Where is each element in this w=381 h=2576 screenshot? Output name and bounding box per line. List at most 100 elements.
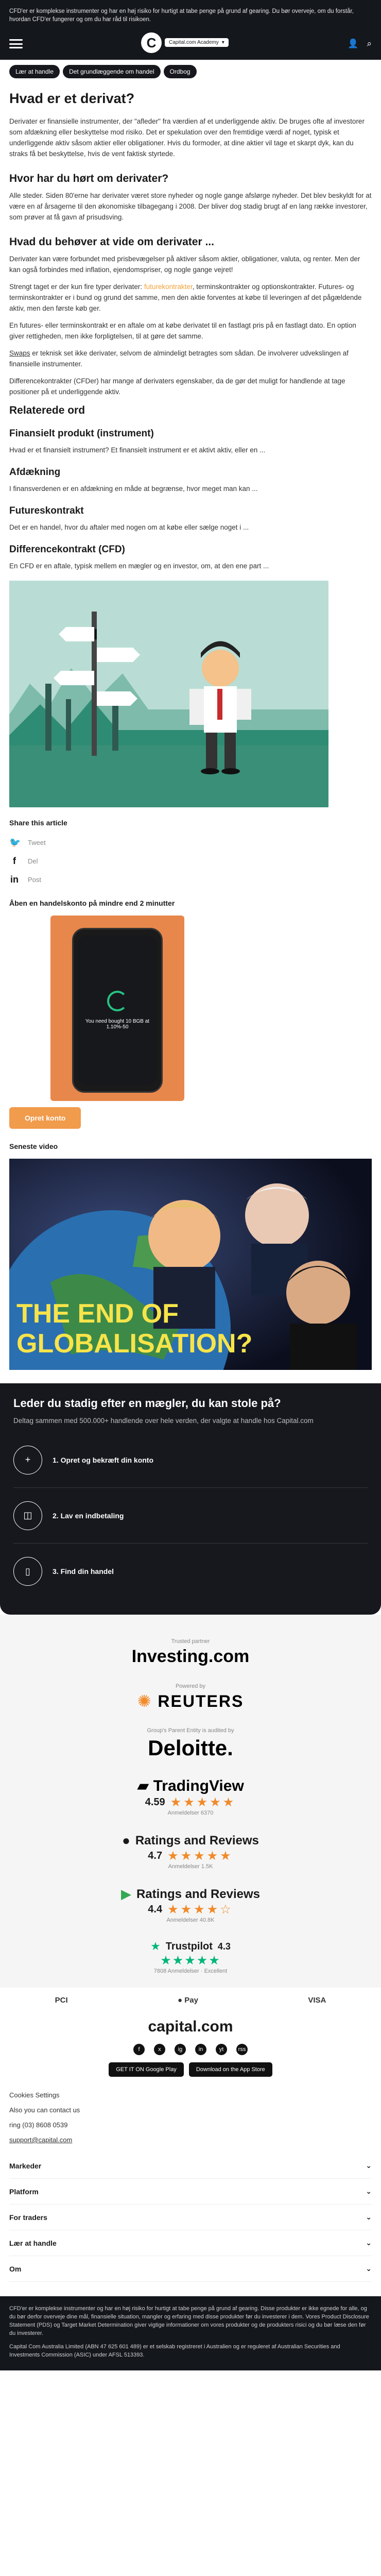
investing-logo: Investing.com: [131, 1647, 250, 1666]
site-header: C Capital.com Academy ▾ 👤 ⌕: [0, 28, 381, 60]
tradingview-icon: ▰: [137, 1777, 149, 1794]
paragraph: En futures- eller terminskontrakt er en …: [9, 321, 356, 340]
phone-mockup: You need bought 10 BGB at 1.10%-50: [72, 928, 163, 1093]
twitter-icon: 🐦: [9, 837, 21, 848]
risk-warning-banner: CFD'er er komplekse instrumenter og har …: [0, 0, 381, 28]
instagram-icon[interactable]: ig: [175, 2044, 186, 2055]
facebook-icon[interactable]: f: [133, 2044, 145, 2055]
cta-subtitle: Deltag sammen med 500.000+ handlende ove…: [13, 1417, 314, 1425]
rss-icon[interactable]: rss: [236, 2044, 248, 2055]
user-plus-icon: +: [13, 1445, 42, 1475]
article-intro: Derivater er finansielle instrumenter, d…: [9, 117, 365, 158]
related-item-desc: Det er en handel, hvor du aftaler med no…: [9, 523, 249, 531]
share-twitter[interactable]: 🐦 Tweet: [9, 833, 372, 852]
video-thumbnail[interactable]: THE END OF GLOBALISATION?: [9, 1159, 372, 1370]
capital-logo[interactable]: C: [141, 32, 162, 53]
visa-logo: VISA: [308, 1996, 326, 2005]
academy-badge[interactable]: Capital.com Academy ▾: [165, 38, 229, 47]
trustpilot-stars: ★★★★★: [160, 1954, 221, 1968]
google-play-button[interactable]: GET IT ON Google Play: [109, 2062, 184, 2077]
chevron-down-icon: ⌄: [366, 2239, 372, 2247]
cta-title: Leder du stadig efter en mægler, du kan …: [13, 1397, 281, 1410]
cta-section: Leder du stadig efter en mægler, du kan …: [0, 1383, 381, 1615]
footer-accordion-item[interactable]: Platform ⌄: [9, 2179, 372, 2205]
share-title: Share this article: [9, 819, 67, 827]
related-item-title[interactable]: Differencekontrakt (CFD): [9, 544, 372, 555]
footer-accordion-item[interactable]: Om ⌄: [9, 2256, 372, 2282]
breadcrumb-item[interactable]: Det grundlæggende om handel: [63, 65, 161, 78]
chevron-down-icon: ▾: [221, 40, 224, 45]
promo-title: Åben en handelskonto på mindre end 2 min…: [9, 899, 175, 907]
trustpilot-star-icon: ★: [150, 1940, 161, 1953]
x-icon[interactable]: x: [154, 2044, 165, 2055]
user-icon[interactable]: 👤: [348, 39, 358, 49]
email-link[interactable]: support@capital.com: [9, 2136, 372, 2144]
apple-icon: ●: [178, 1996, 183, 2005]
open-account-button[interactable]: Opret konto: [9, 1107, 81, 1129]
app-stores: GET IT ON Google Play Download on the Ap…: [9, 2062, 372, 2077]
related-item-desc: I finansverdenen er en afdækning en måde…: [9, 485, 258, 493]
swaps-link[interactable]: Swaps: [9, 349, 30, 357]
breadcrumb-item[interactable]: Lær at handle: [9, 65, 60, 78]
related-item-desc: Hvad er et finansielt instrument? Et fin…: [9, 446, 266, 454]
footer-logo[interactable]: capital.com: [9, 2018, 372, 2036]
apple-pay-logo: ● Pay: [178, 1996, 198, 2005]
trust-section: Trusted partner Investing.com Powered by…: [0, 1615, 381, 1988]
loading-spinner-icon: [107, 991, 128, 1011]
paragraph: Swaps er teknisk set ikke derivater, sel…: [9, 349, 349, 368]
related-item-title[interactable]: Futureskontrakt: [9, 505, 372, 517]
futures-link[interactable]: futurekontrakter: [144, 283, 193, 291]
video-title: Seneste video: [9, 1142, 58, 1150]
youtube-icon[interactable]: yt: [216, 2044, 227, 2055]
menu-icon[interactable]: [9, 39, 23, 48]
related-item-title[interactable]: Finansielt produkt (instrument): [9, 428, 372, 439]
video-caption-line1: THE END OF: [16, 1299, 179, 1329]
breadcrumb-item[interactable]: Ordbog: [163, 65, 197, 78]
contact-text: Also you can contact us: [9, 2106, 80, 2114]
cta-step: ◫ 2. Lav en indbetaling: [13, 1488, 368, 1544]
wallet-icon: ◫: [13, 1501, 42, 1530]
paragraph: Derivater kan være forbundet med prisbev…: [9, 255, 360, 274]
video-caption-line2: GLOBALISATION?: [16, 1329, 252, 1359]
paragraph: Differencekontrakter (CFDer) har mange a…: [9, 377, 345, 396]
deloitte-logo: Deloitte.: [148, 1736, 233, 1760]
linkedin-icon[interactable]: in: [195, 2044, 206, 2055]
heading-where: Hvor har du hørt om derivater?: [9, 173, 169, 184]
article-illustration: [9, 581, 328, 807]
cta-step: ▯ 3. Find din handel: [13, 1544, 368, 1599]
legal-disclaimer: CFD'er er komplekse instrumenter og har …: [0, 2296, 381, 2370]
tradingview-logo: ▰ TradingView: [137, 1777, 244, 1794]
related-heading: Relaterede ord: [9, 404, 85, 416]
related-item-desc: En CFD er en aftale, typisk mellem en mæ…: [9, 562, 269, 570]
paragraph: Strengt taget er der kun fire typer deri…: [9, 283, 362, 312]
footer-accordion-item[interactable]: Markeder ⌄: [9, 2153, 372, 2179]
chevron-down-icon: ⌄: [366, 2264, 372, 2273]
facebook-icon: f: [13, 855, 16, 866]
reuters-dots-icon: ✺: [137, 1692, 152, 1710]
app-store-button[interactable]: Download on the App Store: [188, 2062, 272, 2077]
reuters-logo: ✺ REUTERS: [137, 1692, 244, 1710]
pci-logo: PCI: [55, 1996, 68, 2005]
footer-accordion-item[interactable]: For traders ⌄: [9, 2205, 372, 2230]
cta-step: +1. Opret og bekræft din konto: [13, 1432, 368, 1488]
rating-stars: ★★★★★: [167, 1849, 233, 1863]
google-play-icon: ▶: [120, 1886, 131, 1902]
footer-accordion-item[interactable]: Lær at handle ⌄: [9, 2230, 372, 2256]
breadcrumb: Lær at handle Det grundlæggende om hande…: [0, 60, 381, 83]
cookies-settings-link[interactable]: Cookies Settings: [9, 2091, 372, 2099]
related-item-title[interactable]: Afdækning: [9, 467, 372, 478]
share-linkedin[interactable]: in Post: [9, 870, 372, 889]
share-facebook[interactable]: f Del: [9, 852, 372, 870]
social-links: f x ig in yt rss: [9, 2044, 372, 2055]
paragraph: Alle steder. Siden 80'erne har derivater…: [9, 192, 372, 221]
linkedin-icon: in: [10, 874, 19, 885]
rating-stars: ★★★★★: [170, 1795, 236, 1809]
chevron-down-icon: ⌄: [366, 2187, 372, 2195]
search-icon[interactable]: ⌕: [367, 39, 372, 49]
phone-link[interactable]: ring (03) 8608 0539: [9, 2121, 372, 2129]
chart-icon: ▯: [13, 1557, 42, 1586]
payment-methods: PCI ● Pay VISA: [0, 1988, 381, 2013]
heading-need-to-know: Hvad du behøver at vide om derivater ...: [9, 236, 214, 248]
chevron-down-icon: ⌄: [366, 2161, 372, 2170]
chevron-down-icon: ⌄: [366, 2213, 372, 2221]
